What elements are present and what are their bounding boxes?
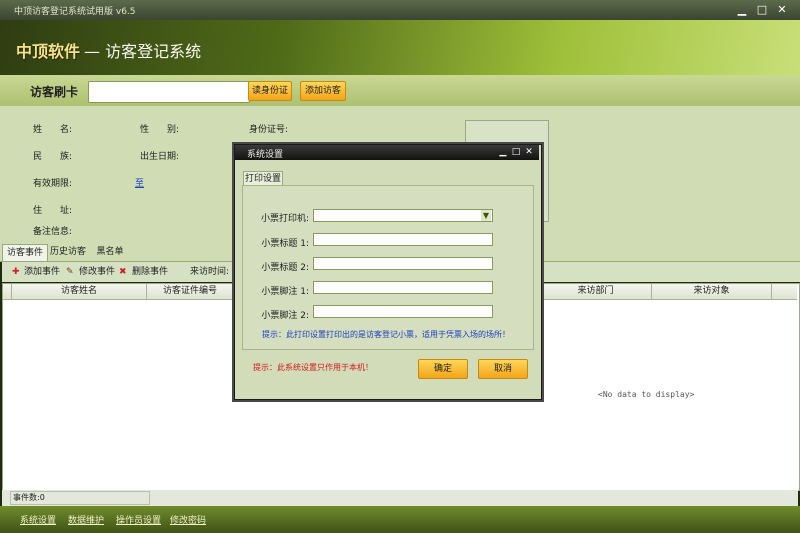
ticket-footer-2-label: 小票脚注 2: bbox=[261, 311, 309, 321]
gender-label: 性 别: bbox=[140, 125, 180, 135]
print-hint-text: 提示：此打印设置打印出的是访客登记小票，适用于凭票入场的场所！ bbox=[262, 330, 510, 339]
validity-label: 有效期限: bbox=[33, 179, 73, 189]
delete-event-button[interactable]: 删除事件 bbox=[132, 262, 168, 282]
chevron-down-icon[interactable]: ▼ bbox=[481, 210, 491, 221]
nav-operator-settings[interactable]: 操作员设置 bbox=[116, 513, 161, 526]
address-label: 住 址: bbox=[33, 206, 73, 216]
delete-icon: ✖ bbox=[119, 267, 127, 277]
ticket-title-2-input[interactable] bbox=[313, 257, 493, 270]
nav-system-settings[interactable]: 系统设置 bbox=[20, 513, 56, 526]
name-label: 姓 名: bbox=[33, 125, 73, 135]
edit-icon: ✎ bbox=[66, 267, 74, 277]
tab-print-settings[interactable]: 打印设置 bbox=[243, 171, 283, 186]
dialog-close-icon[interactable]: ✕ bbox=[523, 146, 535, 158]
validity-to-link[interactable]: 至 bbox=[135, 176, 144, 189]
column-visitor-id[interactable]: 访客证件编号 bbox=[147, 284, 234, 299]
add-event-button[interactable]: 添加事件 bbox=[24, 262, 60, 282]
card-swipe-input[interactable] bbox=[88, 81, 250, 103]
remarks-label: 备注信息: bbox=[33, 227, 73, 237]
visit-time-label: 来访时间: bbox=[190, 267, 230, 277]
brand-logo-text: 中顶软件 bbox=[16, 42, 81, 61]
column-visitor-name[interactable]: 访客姓名 bbox=[12, 284, 147, 299]
minimize-icon[interactable]: ▁ bbox=[735, 3, 749, 17]
ok-button[interactable]: 确定 bbox=[418, 359, 468, 379]
window-title: 中顶访客登记系统试用版 v6.5 bbox=[14, 7, 136, 17]
read-id-card-button[interactable]: 读身份证 bbox=[248, 81, 292, 101]
maximize-icon[interactable]: □ bbox=[755, 3, 769, 17]
ticket-footer-1-label: 小票脚注 1: bbox=[261, 287, 309, 297]
window-titlebar: 中顶访客登记系统试用版 v6.5 ▁ □ ✕ bbox=[0, 0, 800, 20]
edit-event-button[interactable]: 修改事件 bbox=[79, 262, 115, 282]
tab-history-visitors[interactable]: 历史访客 bbox=[48, 244, 88, 260]
id-number-label: 身份证号: bbox=[249, 125, 289, 135]
cancel-button[interactable]: 取消 bbox=[478, 359, 528, 379]
event-count: 事件数:0 bbox=[10, 491, 150, 505]
column-visit-department[interactable]: 来访部门 bbox=[540, 284, 652, 299]
ticket-title-2-label: 小票标题 2: bbox=[261, 263, 309, 273]
add-visitor-button[interactable]: 添加访客 bbox=[300, 81, 346, 101]
ticket-footer-2-input[interactable] bbox=[313, 305, 493, 318]
printer-select[interactable]: ▼ bbox=[313, 209, 493, 222]
card-swipe-label: 访客刷卡 bbox=[30, 85, 79, 99]
dialog-minimize-icon[interactable]: ▁ bbox=[497, 146, 509, 158]
system-title: — 访客登记系统 bbox=[84, 42, 202, 61]
local-settings-note: 提示：此系统设置只作用于本机！ bbox=[253, 363, 373, 372]
ticket-title-1-label: 小票标题 1: bbox=[261, 239, 309, 249]
printer-label: 小票打印机: bbox=[260, 214, 309, 224]
close-icon[interactable]: ✕ bbox=[775, 3, 789, 17]
dialog-title: 系统设置 bbox=[247, 150, 284, 160]
add-icon: ✚ bbox=[12, 267, 20, 277]
grid-indicator-column bbox=[3, 284, 12, 299]
tab-visitor-events[interactable]: 访客事件 bbox=[2, 244, 48, 261]
dialog-maximize-icon[interactable]: □ bbox=[510, 146, 522, 158]
ticket-title-1-input[interactable] bbox=[313, 233, 493, 246]
ethnicity-label: 民 族: bbox=[33, 152, 73, 162]
birth-date-label: 出生日期: bbox=[140, 152, 180, 162]
tab-blacklist[interactable]: 黑名单 bbox=[92, 244, 128, 260]
nav-data-maintenance[interactable]: 数据维护 bbox=[68, 513, 104, 526]
ticket-footer-1-input[interactable] bbox=[313, 281, 493, 294]
column-visit-target[interactable]: 来访对象 bbox=[652, 284, 772, 299]
grid-empty-text: <No data to display> bbox=[598, 390, 695, 399]
nav-change-password[interactable]: 修改密码 bbox=[170, 513, 206, 526]
dialog-titlebar: 系统设置 bbox=[235, 145, 539, 160]
header-banner: 中顶软件 — 访客登记系统 bbox=[0, 20, 800, 75]
